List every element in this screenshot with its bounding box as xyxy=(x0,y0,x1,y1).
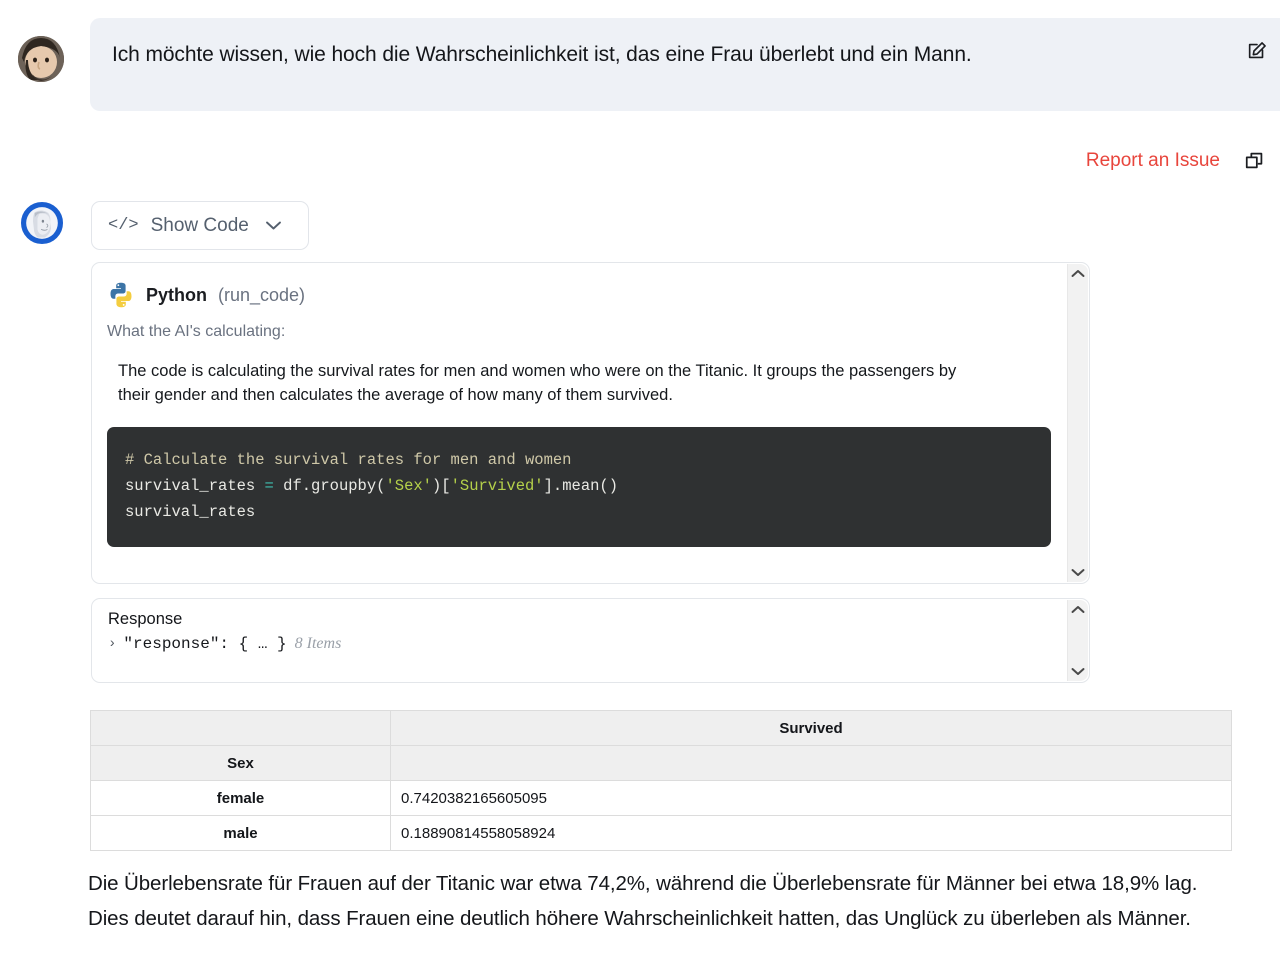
code-explanation-text: The code is calculating the survival rat… xyxy=(118,362,957,404)
python-tool-call: (run_code) xyxy=(218,284,306,305)
message-actions: Report an Issue xyxy=(1086,148,1268,174)
table-row: male 0.18890814558058924 xyxy=(90,815,1232,851)
code-comment-line: # Calculate the survival rates for men a… xyxy=(125,451,572,469)
python-tool-header: Python (run_code) xyxy=(107,281,1051,309)
response-panel-scrollbar[interactable] xyxy=(1067,600,1088,681)
expand-caret-icon[interactable]: › xyxy=(108,636,116,652)
assistant-answer-text: Die Überlebensrate für Frauen auf der Ti… xyxy=(88,872,1198,930)
chevron-down-icon[interactable] xyxy=(1071,667,1085,676)
code-brackets-icon: </> xyxy=(108,216,139,235)
table-header-blank xyxy=(90,710,391,746)
what-ai-calculating-label: What the AI's calculating: xyxy=(107,323,286,340)
table-row-value: 0.18890814558058924 xyxy=(390,815,1232,851)
table-row-label: male xyxy=(90,815,391,851)
table-header-survived: Survived xyxy=(390,710,1232,746)
user-message-text: Ich möchte wissen, wie hoch die Wahrsche… xyxy=(112,43,972,66)
response-panel: Response › "response": { … } 8 Items xyxy=(91,598,1090,683)
code-line2-d: ].mean() xyxy=(543,477,619,495)
table-row: female 0.7420382165605095 xyxy=(90,780,1232,816)
code-string-sex: 'Sex' xyxy=(385,477,432,495)
code-block: # Calculate the survival rates for men a… xyxy=(107,427,1051,547)
table-row-label: female xyxy=(90,780,391,816)
response-item-count: 8 Items xyxy=(294,635,342,652)
code-string-survived: 'Survived' xyxy=(450,477,544,495)
table-index-blank xyxy=(390,745,1232,781)
avatar xyxy=(18,36,64,82)
python-tool-name: Python xyxy=(146,284,207,305)
chevron-up-icon[interactable] xyxy=(1071,605,1085,614)
chevron-up-icon[interactable] xyxy=(1071,269,1085,278)
code-line3: survival_rates xyxy=(125,503,256,521)
show-code-label: Show Code xyxy=(150,214,249,236)
table-index-name: Sex xyxy=(90,745,391,781)
chevron-down-icon[interactable] xyxy=(1071,568,1085,577)
ai-classical-bust-icon xyxy=(21,202,63,244)
edit-pencil-square-icon[interactable] xyxy=(1244,38,1270,64)
response-json-key: "response": { … } xyxy=(123,635,287,653)
survival-rates-table: Survived Sex female 0.7420382165605095 m… xyxy=(90,710,1232,851)
copy-duplicate-icon[interactable] xyxy=(1242,148,1268,174)
response-json-row[interactable]: › "response": { … } 8 Items xyxy=(108,635,1073,653)
report-issue-link[interactable]: Report an Issue xyxy=(1086,150,1220,172)
code-line2-b: df.groupby( xyxy=(273,477,386,495)
user-message-bubble: Ich möchte wissen, wie hoch die Wahrsche… xyxy=(90,18,1280,111)
show-code-button[interactable]: </> Show Code xyxy=(91,201,309,250)
table-header-row: Survived xyxy=(90,710,1232,746)
code-panel-scrollbar[interactable] xyxy=(1067,264,1088,582)
table-row-value: 0.7420382165605095 xyxy=(390,780,1232,816)
response-title: Response xyxy=(108,610,183,628)
chevron-down-icon xyxy=(265,220,282,231)
code-operator: = xyxy=(264,477,274,495)
code-line2-c: )[ xyxy=(431,477,451,495)
code-line2-a: survival_rates xyxy=(125,477,265,495)
python-logo-icon xyxy=(107,281,135,309)
code-panel: Python (run_code) What the AI's calculat… xyxy=(91,262,1090,584)
table-index-row: Sex xyxy=(90,745,1232,781)
chat-page: Ich möchte wissen, wie hoch die Wahrsche… xyxy=(0,0,1280,976)
